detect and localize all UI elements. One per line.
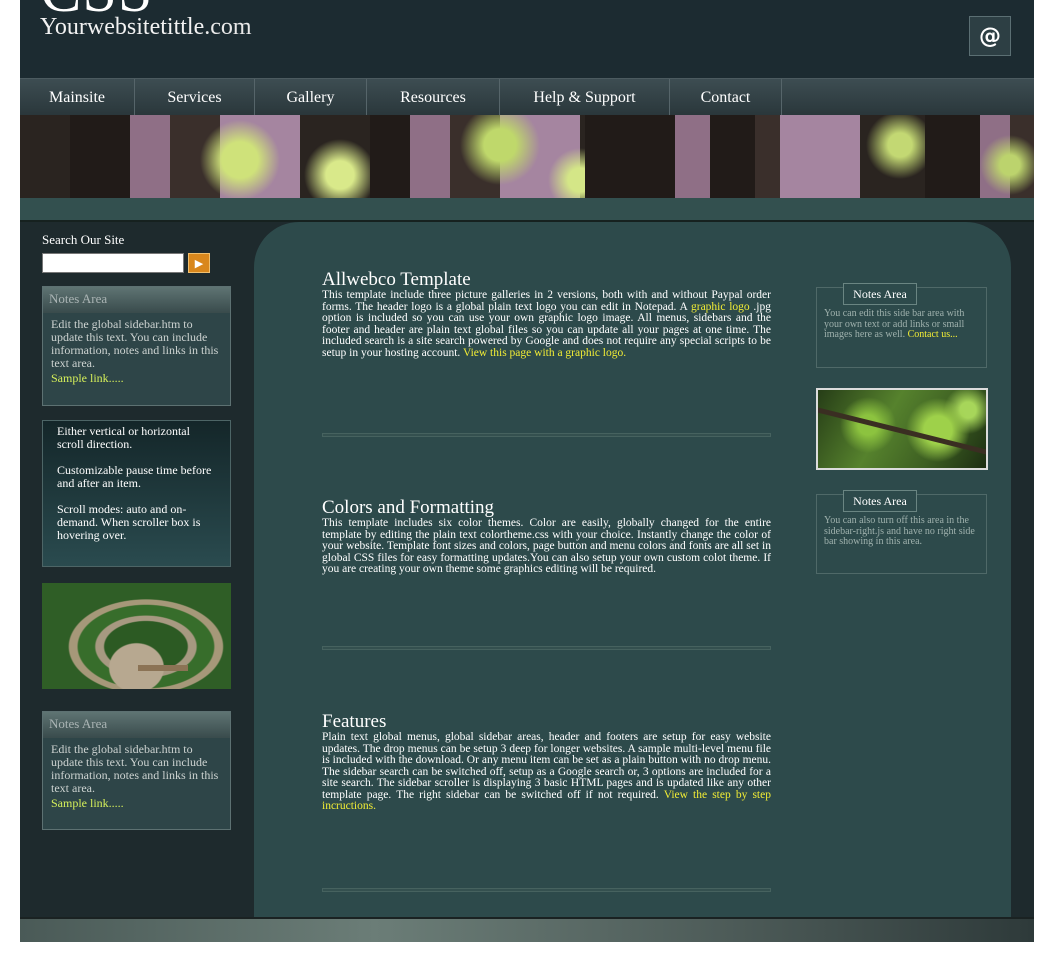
section-divider [322, 888, 771, 892]
scroller-item: Customizable pause time before and after… [57, 463, 212, 490]
scroller-item: Scroll modes: auto and on-demand. When s… [57, 502, 201, 542]
section-divider [322, 646, 771, 650]
notes-box-text: Edit the global sidebar.htm to update th… [51, 317, 219, 370]
notes-box-left-top: Notes Area Edit the global sidebar.htm t… [42, 286, 231, 406]
graphic-logo-link[interactable]: graphic logo [691, 301, 750, 313]
page-container: CSS Yourwebsitetittle.com @ Mainsite Ser… [20, 0, 1034, 942]
article-title: Allwebco Template [322, 269, 471, 290]
site-logo-text[interactable]: Yourwebsitetittle.com [40, 14, 252, 41]
scroller-item: Either vertical or horizontal scroll dir… [57, 424, 190, 451]
site-header: CSS Yourwebsitetittle.com @ [20, 0, 1034, 78]
graphic-logo-page-link[interactable]: View this page with a graphic logo. [463, 347, 626, 359]
notes-box-body: You can also turn off this area in the s… [824, 515, 975, 547]
nav-item-gallery[interactable]: Gallery [255, 79, 367, 116]
notes-box-title: Notes Area [843, 283, 917, 305]
notes-box-text: Edit the global sidebar.htm to update th… [51, 742, 219, 795]
article-features: Features Plain text global menus, global… [322, 712, 771, 813]
garden-maze-image [42, 583, 231, 689]
nav-item-mainsite[interactable]: Mainsite [20, 79, 135, 116]
nav-item-services[interactable]: Services [135, 79, 255, 116]
section-divider [322, 433, 771, 437]
tree-trunk [585, 115, 675, 198]
search-label: Search Our Site [42, 232, 125, 247]
site-domain: .com [204, 14, 252, 40]
main-nav: Mainsite Services Gallery Resources Help… [20, 78, 1034, 116]
branch [818, 405, 986, 460]
notes-box-right-top: Notes Area You can edit this side bar ar… [816, 283, 987, 368]
article-title: Features [322, 711, 387, 732]
pine-branch-image [816, 388, 988, 470]
article-body: This template includes six color themes.… [322, 517, 771, 575]
article-title: Colors and Formatting [322, 497, 495, 518]
garden-bench [138, 665, 188, 671]
notes-box-title: Notes Area [843, 490, 917, 512]
site-footer [20, 917, 1034, 942]
notes-box-left-bottom: Notes Area Edit the global sidebar.htm t… [42, 711, 231, 830]
tree-trunk [70, 115, 130, 198]
tree-trunk [370, 115, 410, 198]
notes-box-title: Notes Area [43, 287, 230, 313]
sample-link[interactable]: Sample link..... [51, 797, 222, 810]
article-body: Plain text global menus, global sidebar … [322, 731, 771, 813]
notes-box-right-bottom: Notes Area You can also turn off this ar… [816, 490, 987, 574]
article-colors-formatting: Colors and Formatting This template incl… [322, 498, 771, 576]
sample-link[interactable]: Sample link..... [51, 372, 222, 385]
header-banner-image [20, 115, 1034, 198]
tree-trunk [925, 115, 980, 198]
search-input[interactable] [42, 253, 184, 273]
notes-box-body: You can edit this side bar area with you… [824, 308, 984, 341]
article-allwebco-template: Allwebco Template This template include … [322, 270, 771, 359]
nav-item-resources[interactable]: Resources [367, 79, 500, 116]
banner-strip [20, 198, 1034, 222]
nav-item-help-support[interactable]: Help & Support [500, 79, 670, 116]
article-body: This template include three picture gall… [322, 289, 771, 359]
notes-box-body: Edit the global sidebar.htm to update th… [43, 313, 230, 390]
notes-box-body: Edit the global sidebar.htm to update th… [43, 738, 230, 815]
arrow-right-icon: ▶ [194, 256, 204, 270]
notes-box-title: Notes Area [43, 712, 230, 738]
tree-trunk [710, 115, 755, 198]
nav-item-contact[interactable]: Contact [670, 79, 782, 116]
site-name: Yourwebsitetittle [40, 14, 205, 40]
search-button[interactable]: ▶ [188, 253, 210, 273]
at-icon: @ [979, 23, 1001, 49]
text-scroller-box[interactable]: Either vertical or horizontal scroll dir… [42, 420, 231, 567]
email-button[interactable]: @ [969, 16, 1011, 56]
contact-us-link[interactable]: Contact us... [908, 329, 958, 340]
